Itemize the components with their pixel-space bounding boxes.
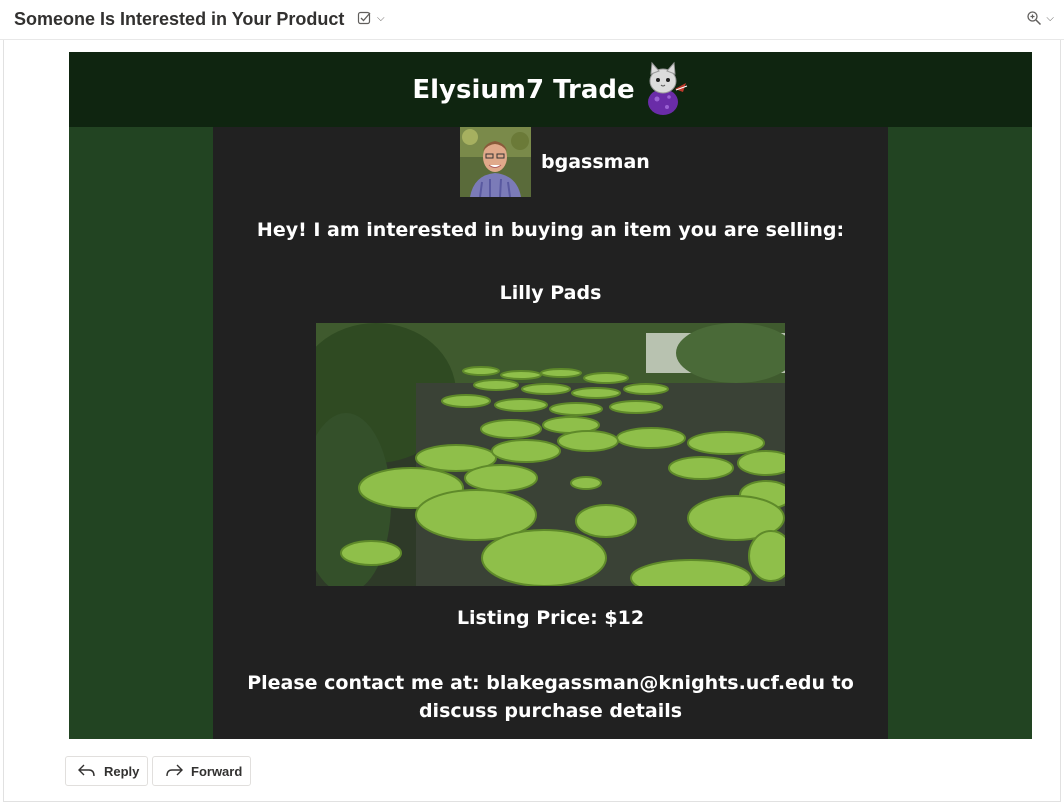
sender-row: bgassman (460, 127, 650, 197)
greeting-text: Hey! I am interested in buying an item y… (256, 219, 845, 241)
reply-icon (78, 764, 95, 777)
chevron-down-icon[interactable]: ⌵ (1046, 13, 1054, 24)
reply-button[interactable]: Reply (65, 756, 148, 786)
tag-icon[interactable] (357, 10, 373, 26)
listing-price: Listing Price: $12 (456, 607, 645, 629)
item-name: Lilly Pads (499, 282, 602, 304)
chevron-down-icon[interactable]: ⌵ (377, 13, 385, 24)
subject-tools[interactable]: ⌵ (357, 10, 385, 26)
forward-button[interactable]: Forward (152, 756, 251, 786)
contact-text: Please contact me at: blakegassman@knigh… (247, 672, 854, 722)
zoom-tools[interactable]: ⌵ (1026, 10, 1054, 26)
brand-title: Elysium7 Trade (412, 74, 635, 105)
forward-icon (166, 764, 183, 777)
email-subject: Someone Is Interested in Your Product (14, 9, 345, 29)
forward-label: Forward (191, 763, 243, 779)
email-body: Elysium7 Trade bgassman Hey! I am intere… (69, 52, 1032, 739)
item-photo (316, 323, 785, 586)
subject-bar: Someone Is Interested in Your Product ⌵ … (0, 0, 1064, 40)
reply-label: Reply (104, 763, 140, 779)
avatar (460, 127, 531, 197)
zoom-icon[interactable] (1026, 10, 1042, 26)
mascot-logo-icon (647, 61, 687, 115)
email-header: Elysium7 Trade (69, 52, 1032, 127)
message-panel: bgassman Hey! I am interested in buying … (213, 127, 888, 739)
sender-username: bgassman (541, 151, 650, 173)
